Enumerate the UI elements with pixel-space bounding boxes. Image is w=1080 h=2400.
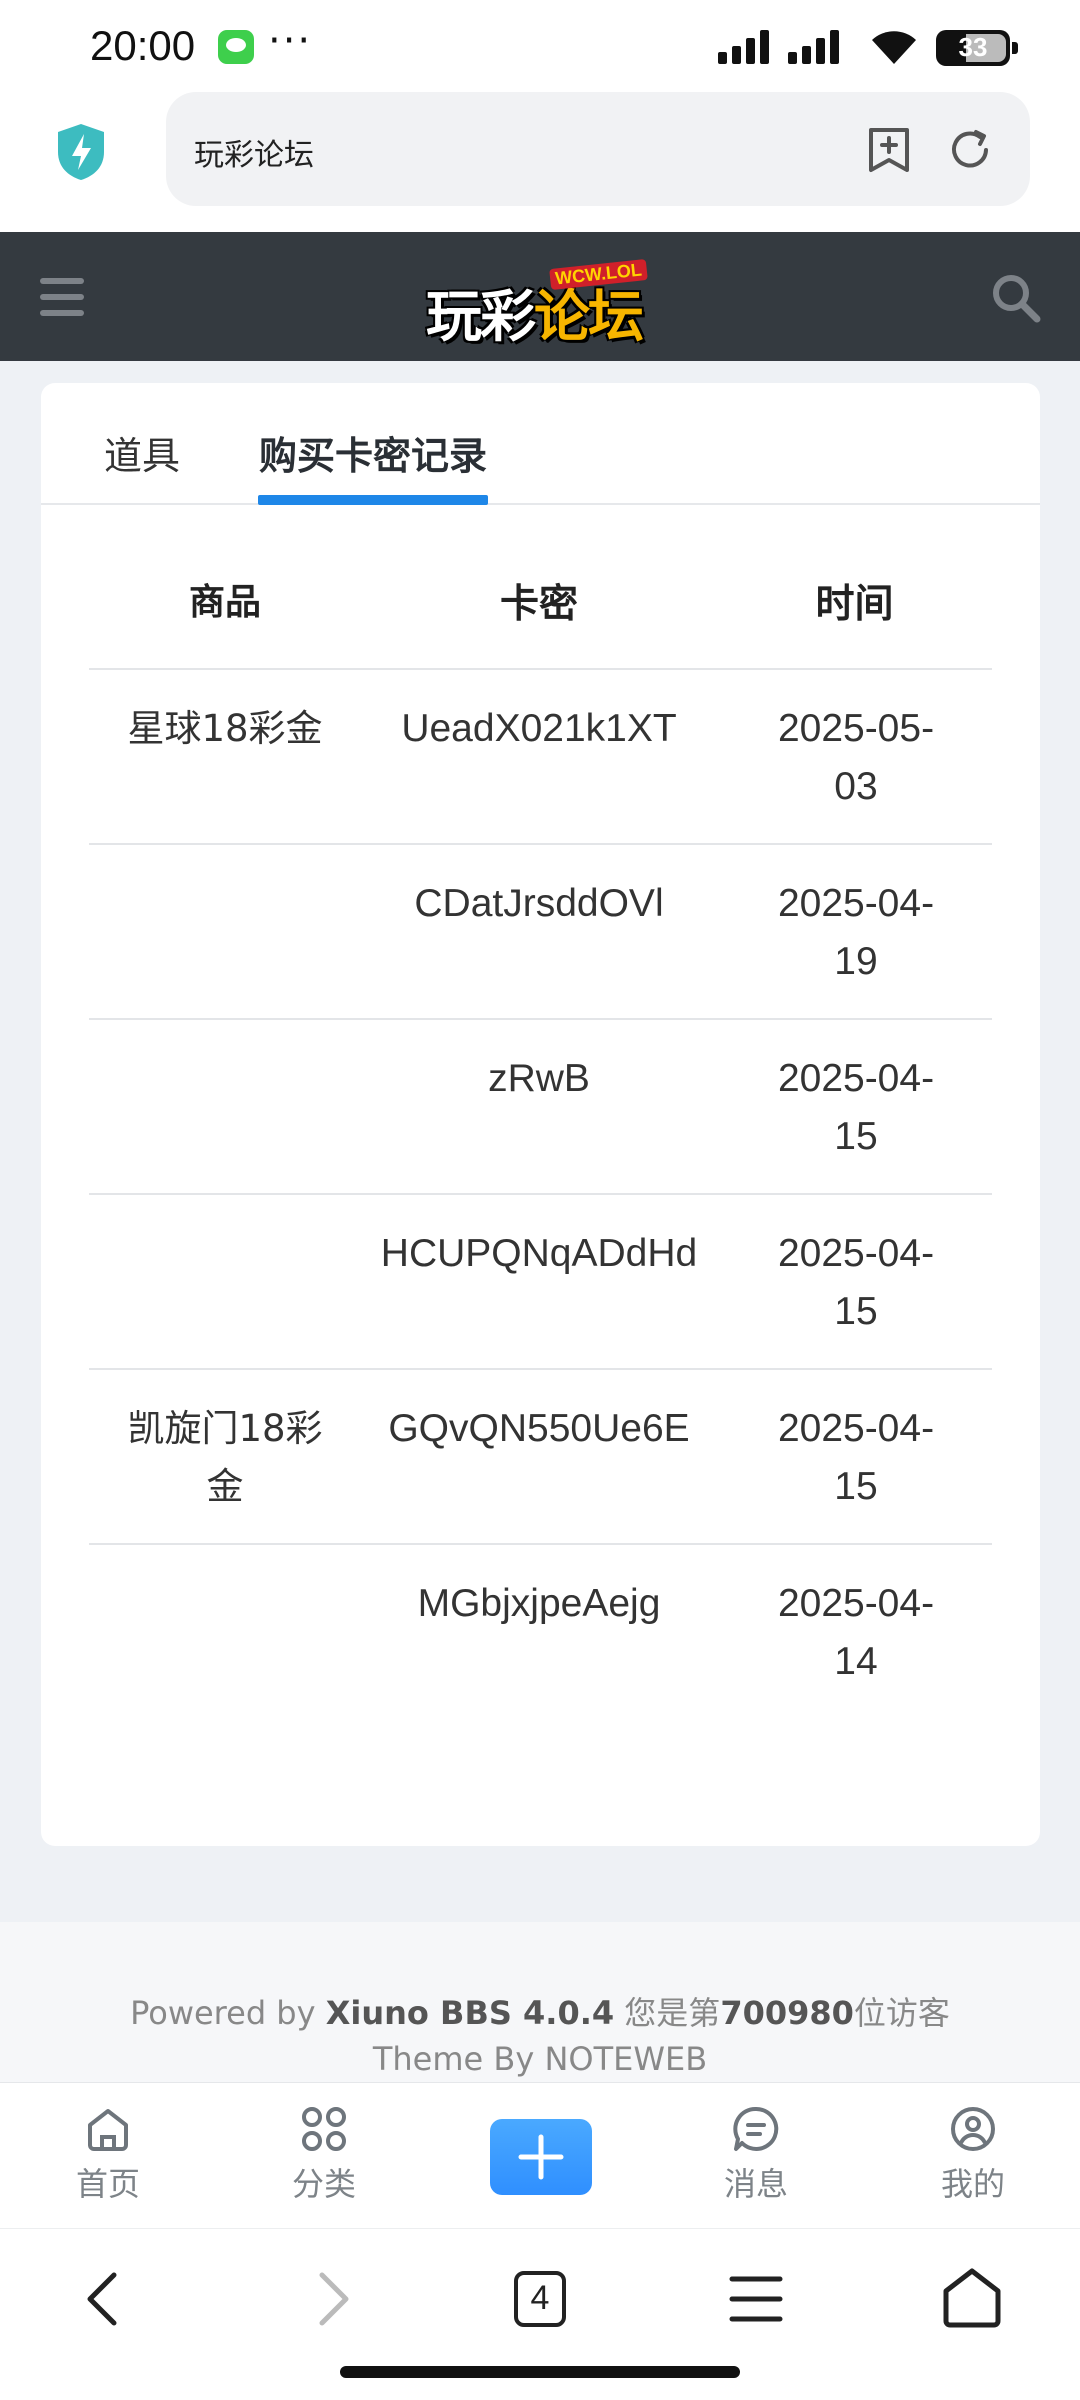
column-header-code: 卡密 xyxy=(499,583,578,626)
column-header-product: 商品 xyxy=(188,582,261,623)
active-tab-indicator xyxy=(258,495,488,505)
tabs-button[interactable]: 4 xyxy=(500,2259,580,2339)
shield-icon[interactable] xyxy=(54,122,108,182)
browser-address-bar: 玩彩论坛 xyxy=(0,90,1080,232)
code-cell: UeadX021k1XT xyxy=(401,707,677,750)
nav-mine[interactable]: 我的 xyxy=(903,2103,1043,2205)
menu-icon[interactable] xyxy=(40,278,84,316)
message-notification-icon xyxy=(218,30,254,64)
tab-count: 4 xyxy=(530,2279,550,2317)
grid-icon xyxy=(302,2107,346,2151)
visitor-count: 700980 xyxy=(720,1994,854,2032)
table-row: MGbjxjpeAejg 2025-04-14 xyxy=(89,1545,992,1720)
nav-home[interactable]: 首页 xyxy=(38,2103,178,2205)
code-cell: zRwB xyxy=(488,1057,590,1100)
tab-bar: 道具 购买卡密记录 xyxy=(41,383,1040,505)
logo-text: 玩彩论坛 xyxy=(426,272,644,353)
home-icon xyxy=(88,2109,128,2151)
logo-text-part-1: 玩彩 xyxy=(426,285,536,350)
url-field[interactable]: 玩彩论坛 xyxy=(166,92,1030,206)
visitor-suffix: 位访客 xyxy=(853,1994,950,2032)
reload-icon[interactable] xyxy=(946,126,994,174)
nav-home-label: 首页 xyxy=(75,2165,140,2203)
nav-messages[interactable]: 消息 xyxy=(686,2103,826,2205)
chat-icon xyxy=(733,2106,779,2151)
logo-text-part-2: 论坛 xyxy=(534,285,644,350)
forward-icon[interactable] xyxy=(290,2259,370,2339)
tab-props[interactable]: 道具 xyxy=(104,425,180,480)
status-time: 20:00 xyxy=(90,22,196,69)
powered-name-link[interactable]: Xiuno BBS 4.0.4 xyxy=(326,1994,614,2032)
time-cell: 2025-04-15 xyxy=(777,1232,935,1333)
home-indicator[interactable] xyxy=(340,2366,740,2378)
nav-mine-label: 我的 xyxy=(940,2165,1005,2203)
user-icon xyxy=(951,2107,995,2151)
home-page-icon[interactable] xyxy=(932,2259,1012,2339)
status-bar: 20:00 ··· 33 xyxy=(0,0,1080,90)
table-row: CDatJrsddOVl 2025-04-19 xyxy=(89,845,992,1020)
code-cell: GQvQN550Ue6E xyxy=(388,1407,690,1450)
records-table: 商品 卡密 时间 星球18彩金 UeadX021k1XT 2025-05-03 … xyxy=(89,553,992,1720)
new-post-button[interactable] xyxy=(490,2119,592,2195)
code-cell: HCUPQNqADdHd xyxy=(380,1232,698,1275)
table-row: zRwB 2025-04-15 xyxy=(89,1020,992,1195)
records-card: 道具 购买卡密记录 商品 卡密 时间 星球18彩金 UeadX021k1XT 2… xyxy=(41,383,1040,1846)
signal-icon-2 xyxy=(788,30,839,64)
nav-category[interactable]: 分类 xyxy=(254,2103,394,2205)
table-header-row: 商品 卡密 时间 xyxy=(89,553,992,670)
plus-icon xyxy=(518,2134,564,2180)
battery-level: 33 xyxy=(958,32,988,62)
table-row: 星球18彩金 UeadX021k1XT 2025-05-03 xyxy=(89,670,992,845)
footer-theme: Theme By NOTEWEB xyxy=(372,2040,708,2078)
signal-icon xyxy=(718,30,769,64)
nav-category-label: 分类 xyxy=(291,2165,356,2203)
time-cell: 2025-05-03 xyxy=(777,707,935,808)
tab-purchase-records[interactable]: 购买卡密记录 xyxy=(259,425,487,480)
nav-messages-label: 消息 xyxy=(723,2165,788,2203)
table-row: 凯旋门18彩金 GQvQN550Ue6E 2025-04-15 xyxy=(89,1370,992,1545)
wifi-icon xyxy=(872,31,916,64)
time-cell: 2025-04-15 xyxy=(777,1407,935,1508)
visitor-prefix: 您是第 xyxy=(614,1994,721,2032)
menu-lines-icon[interactable] xyxy=(716,2259,796,2339)
table-row: HCUPQNqADdHd 2025-04-15 xyxy=(89,1195,992,1370)
product-cell: 星球18彩金 xyxy=(127,707,323,750)
code-cell: CDatJrsddOVl xyxy=(414,882,664,925)
search-icon[interactable] xyxy=(990,272,1042,324)
bookmark-add-icon[interactable] xyxy=(866,126,912,174)
powered-prefix: Powered by xyxy=(130,1994,326,2032)
time-cell: 2025-04-14 xyxy=(777,1582,935,1683)
column-header-time: 时间 xyxy=(815,583,894,626)
back-icon[interactable] xyxy=(66,2259,146,2339)
site-footer: Powered by Xiuno BBS 4.0.4 您是第700980位访客 … xyxy=(0,1922,1080,2082)
url-text: 玩彩论坛 xyxy=(194,138,314,173)
battery-tip xyxy=(1012,42,1018,54)
time-cell: 2025-04-19 xyxy=(777,882,935,983)
site-logo[interactable]: 玩彩论坛 WCW.LOL xyxy=(426,258,656,350)
bottom-nav: 首页 分类 消息 我的 xyxy=(0,2082,1080,2228)
time-cell: 2025-04-15 xyxy=(777,1057,935,1158)
code-cell: MGbjxjpeAejg xyxy=(417,1582,661,1625)
more-notifications-icon: ··· xyxy=(268,18,313,64)
footer-powered-by: Powered by Xiuno BBS 4.0.4 您是第700980位访客 xyxy=(0,1988,1080,2034)
battery-icon: 33 xyxy=(936,30,1010,66)
product-cell: 凯旋门18彩金 xyxy=(127,1407,323,1508)
forum-header: 玩彩论坛 WCW.LOL xyxy=(0,232,1080,361)
